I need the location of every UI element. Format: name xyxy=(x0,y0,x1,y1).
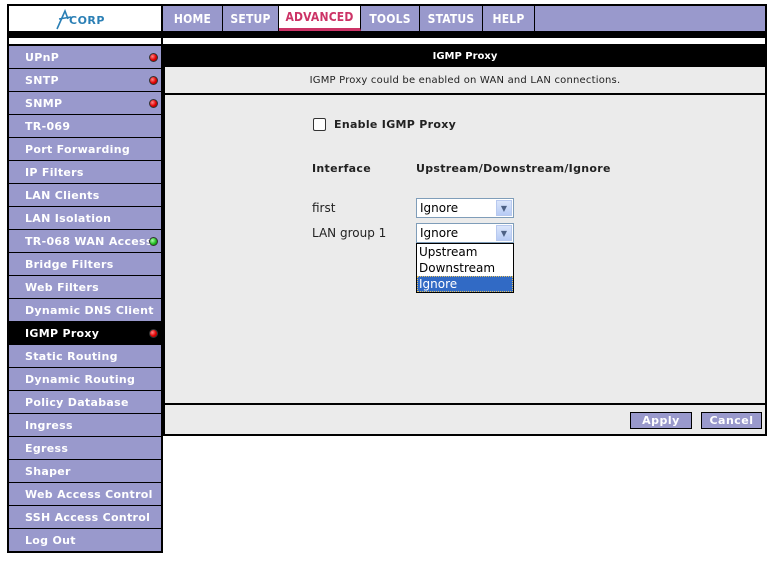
sidebar-item-label: LAN Clients xyxy=(25,188,100,202)
green-status-icon xyxy=(149,236,158,246)
sidebar-item-label: LAN Isolation xyxy=(25,211,112,225)
sidebar-item-label: Policy Database xyxy=(25,395,129,409)
cancel-button[interactable]: Cancel xyxy=(701,412,762,429)
sidebar-item-web-access-control[interactable]: Web Access Control xyxy=(9,482,161,505)
mode-column-header: Upstream/Downstream/Ignore xyxy=(416,162,611,175)
enable-igmp-checkbox[interactable] xyxy=(313,118,326,131)
interface-column-header: Interface xyxy=(312,162,371,175)
sidebar-item-static-routing[interactable]: Static Routing xyxy=(9,344,161,367)
tab-advanced[interactable]: ADVANCED xyxy=(279,6,361,31)
content-panel: IGMP Proxy IGMP Proxy could be enabled o… xyxy=(163,45,767,436)
interface-mode-select-lan-group-1[interactable]: Ignore ▼ xyxy=(416,223,514,243)
interface-label-first: first xyxy=(312,201,336,215)
sidebar-item-label: SNMP xyxy=(25,96,63,110)
red-status-icon xyxy=(149,98,158,108)
chevron-down-icon[interactable]: ▼ xyxy=(496,225,512,241)
sidebar-item-tr-069[interactable]: TR-069 xyxy=(9,114,161,137)
sidebar-item-label: Log Out xyxy=(25,533,76,547)
sidebar-item-policy-database[interactable]: Policy Database xyxy=(9,390,161,413)
red-status-icon xyxy=(149,75,158,85)
sidebar-item-log-out[interactable]: Log Out xyxy=(9,528,161,551)
sidebar-item-label: Static Routing xyxy=(25,349,118,363)
sidebar-item-label: IGMP Proxy xyxy=(25,326,100,340)
sidebar-item-label: Egress xyxy=(25,441,69,455)
sidebar-item-label: SSH Access Control xyxy=(25,510,151,524)
button-row: Apply Cancel xyxy=(165,407,765,434)
sidebar-item-label: Bridge Filters xyxy=(25,257,114,271)
sidebar-item-shaper[interactable]: Shaper xyxy=(9,459,161,482)
sidebar-item-tr-068-wan-access[interactable]: TR-068 WAN Access xyxy=(9,229,161,252)
acorp-logo-icon: CORP xyxy=(56,8,105,29)
sidebar-item-label: SNTP xyxy=(25,73,59,87)
header-divider xyxy=(9,38,765,44)
tab-help[interactable]: HELP xyxy=(483,6,535,31)
sidebar-item-egress[interactable]: Egress xyxy=(9,436,161,459)
sidebar-item-ingress[interactable]: Ingress xyxy=(9,413,161,436)
main-nav: HOME SETUP ADVANCED TOOLS STATUS HELP xyxy=(163,6,765,31)
logo: CORP xyxy=(9,6,161,31)
red-status-icon xyxy=(149,52,158,62)
sidebar-item-bridge-filters[interactable]: Bridge Filters xyxy=(9,252,161,275)
sidebar-item-label: Shaper xyxy=(25,464,71,478)
sidebar-item-sntp[interactable]: SNTP xyxy=(9,68,161,91)
select-value: Ignore xyxy=(420,226,459,240)
sidebar-item-label: Web Access Control xyxy=(25,487,153,501)
tab-setup[interactable]: SETUP xyxy=(223,6,279,31)
apply-button[interactable]: Apply xyxy=(630,412,692,429)
sidebar-item-label: TR-069 xyxy=(25,119,71,133)
sidebar-item-label: Dynamic Routing xyxy=(25,372,136,386)
sidebar-item-label: Ingress xyxy=(25,418,73,432)
sidebar-item-ssh-access-control[interactable]: SSH Access Control xyxy=(9,505,161,528)
sidebar-item-label: TR-068 WAN Access xyxy=(25,234,153,248)
red-status-icon xyxy=(149,328,158,338)
select-value: Ignore xyxy=(420,201,459,215)
enable-igmp-row: Enable IGMP Proxy xyxy=(313,118,456,131)
dropdown-option-downstream[interactable]: Downstream xyxy=(417,260,513,276)
tab-status[interactable]: STATUS xyxy=(420,6,483,31)
enable-igmp-label: Enable IGMP Proxy xyxy=(334,118,457,131)
page-title: IGMP Proxy xyxy=(165,45,765,67)
sidebar-item-ip-filters[interactable]: IP Filters xyxy=(9,160,161,183)
sidebar-item-label: UPnP xyxy=(25,50,60,64)
sidebar-item-label: Dynamic DNS Client xyxy=(25,303,154,317)
dropdown-option-ignore[interactable]: Ignore xyxy=(417,276,513,292)
sidebar-item-label: Port Forwarding xyxy=(25,142,131,156)
tab-home[interactable]: HOME xyxy=(163,6,223,31)
svg-text:CORP: CORP xyxy=(69,14,105,27)
sidebar-item-upnp[interactable]: UPnP xyxy=(9,45,161,68)
sidebar-item-lan-isolation[interactable]: LAN Isolation xyxy=(9,206,161,229)
chevron-down-icon[interactable]: ▼ xyxy=(496,200,512,216)
interface-label-lan-group-1: LAN group 1 xyxy=(312,226,387,240)
tab-tools[interactable]: TOOLS xyxy=(361,6,420,31)
sidebar-item-dynamic-routing[interactable]: Dynamic Routing xyxy=(9,367,161,390)
sidebar-item-dynamic-dns-client[interactable]: Dynamic DNS Client xyxy=(9,298,161,321)
dropdown-option-upstream[interactable]: Upstream xyxy=(417,244,513,260)
sidebar-item-snmp[interactable]: SNMP xyxy=(9,91,161,114)
sidebar-item-web-filters[interactable]: Web Filters xyxy=(9,275,161,298)
sidebar: UPnP SNTP SNMP TR-069 Port Forwarding IP Filt… xyxy=(7,45,163,553)
sidebar-item-port-forwarding[interactable]: Port Forwarding xyxy=(9,137,161,160)
sidebar-item-label: IP Filters xyxy=(25,165,84,179)
interface-mode-select-first[interactable]: Ignore ▼ xyxy=(416,198,514,218)
igmp-form: Enable IGMP Proxy Interface Upstream/Dow… xyxy=(165,95,765,405)
top-frame: CORP HOME SETUP ADVANCED TOOLS STATUS HE… xyxy=(7,4,767,45)
interface-mode-dropdown-list: Upstream Downstream Ignore xyxy=(416,243,514,293)
page-description: IGMP Proxy could be enabled on WAN and L… xyxy=(165,67,765,95)
sidebar-item-igmp-proxy[interactable]: IGMP Proxy xyxy=(9,321,161,344)
sidebar-item-lan-clients[interactable]: LAN Clients xyxy=(9,183,161,206)
sidebar-item-label: Web Filters xyxy=(25,280,99,294)
